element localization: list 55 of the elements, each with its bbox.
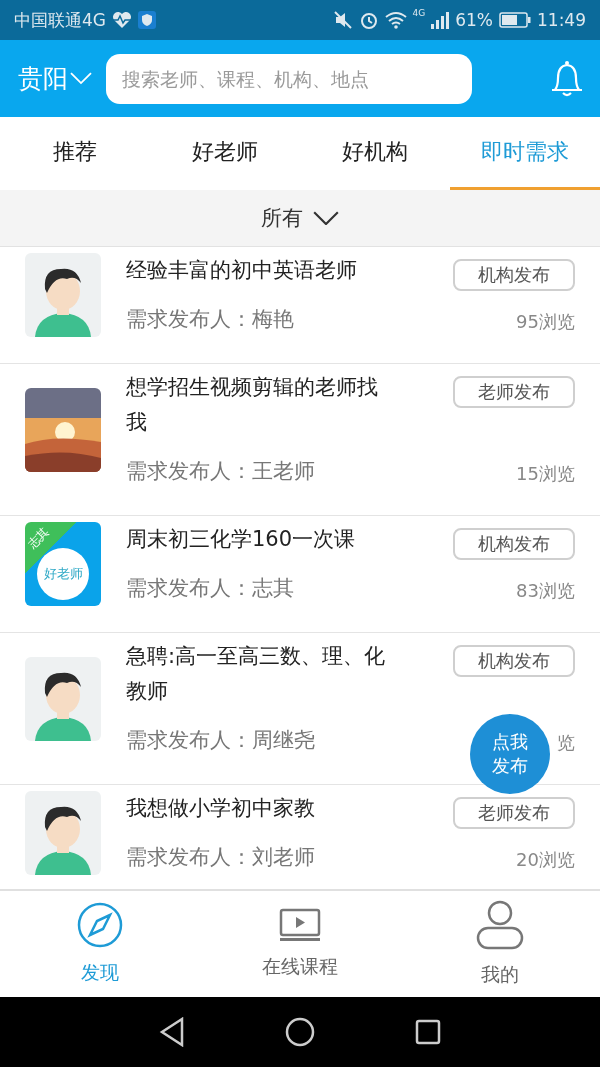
category-tab[interactable]: 好机构 [300, 117, 450, 190]
clock: 11:49 [537, 10, 586, 30]
demand-row[interactable]: 志其 好老师 周末初三化学160一次课 需求发布人：志其 机构发布 83浏览 [0, 516, 600, 633]
view-count: 20浏览 [516, 848, 575, 872]
chevron-down-icon [313, 210, 339, 226]
boy-avatar-icon [25, 253, 101, 337]
publisher-text: 需求发布人：王老师 [126, 458, 316, 485]
publisher-text: 需求发布人：刘老师 [126, 844, 316, 871]
category-tab[interactable]: 好老师 [150, 117, 300, 190]
publisher-text: 需求发布人：周继尧 [126, 727, 316, 754]
battery-percent: 61% [455, 10, 493, 30]
publish-type-tag: 机构发布 [453, 528, 575, 560]
demand-title: 想学招生视频剪辑的老师找我 [126, 374, 379, 436]
signal-icon [431, 11, 450, 29]
view-count: 95浏览 [516, 310, 575, 334]
filter-dropdown[interactable]: 所有 [0, 190, 600, 247]
demand-title: 急聘:高一至高三数、理、化教师 [126, 643, 387, 705]
chevron-down-icon [70, 72, 92, 85]
publish-type-tag: 老师发布 [453, 797, 575, 829]
demand-row[interactable]: 想学招生视频剪辑的老师找我 需求发布人：王老师 老师发布 15浏览 [0, 364, 600, 516]
publish-type-tag: 机构发布 [453, 645, 575, 677]
publish-type-tag: 老师发布 [453, 376, 575, 408]
shield-icon [138, 11, 156, 29]
logo-label: 好老师 [37, 548, 89, 600]
search-field[interactable]: 搜索老师、课程、机构、地点 [106, 53, 472, 104]
video-screen-icon [279, 908, 321, 942]
boy-avatar-icon [25, 656, 101, 741]
boy-avatar-icon [25, 791, 101, 875]
demand-row[interactable]: 经验丰富的初中英语老师 需求发布人：梅艳 机构发布 95浏览 [0, 247, 600, 364]
battery-icon [499, 12, 531, 28]
carrier-label: 中国联通4G [14, 8, 106, 32]
view-count: 15浏览 [516, 462, 575, 486]
alarm-icon [358, 10, 379, 30]
network-label: 4G [412, 8, 426, 18]
bottom-tab[interactable]: 我的 [400, 891, 600, 997]
mute-icon [332, 10, 353, 30]
wifi-icon [384, 11, 407, 29]
compass-icon [77, 902, 123, 948]
person-icon [476, 900, 524, 950]
publish-type-tag: 机构发布 [453, 259, 575, 291]
bell-icon[interactable] [550, 59, 584, 98]
publish-fab[interactable]: 点我发布 [470, 714, 550, 794]
demand-title: 我想做小学初中家教 [126, 795, 316, 822]
bottom-tab[interactable]: 在线课程 [200, 891, 400, 997]
back-icon[interactable] [159, 1017, 185, 1047]
demand-title: 经验丰富的初中英语老师 [126, 257, 358, 284]
demand-title: 周末初三化学160一次课 [126, 526, 357, 553]
heart-pulse-icon [112, 11, 132, 29]
category-tab[interactable]: 推荐 [0, 117, 150, 190]
view-count: 83浏览 [516, 579, 575, 603]
recents-icon[interactable] [415, 1019, 441, 1045]
home-icon[interactable] [285, 1017, 315, 1047]
publisher-text: 需求发布人：梅艳 [126, 306, 295, 333]
view-count: 览 [557, 731, 575, 755]
publisher-text: 需求发布人：志其 [126, 575, 295, 602]
